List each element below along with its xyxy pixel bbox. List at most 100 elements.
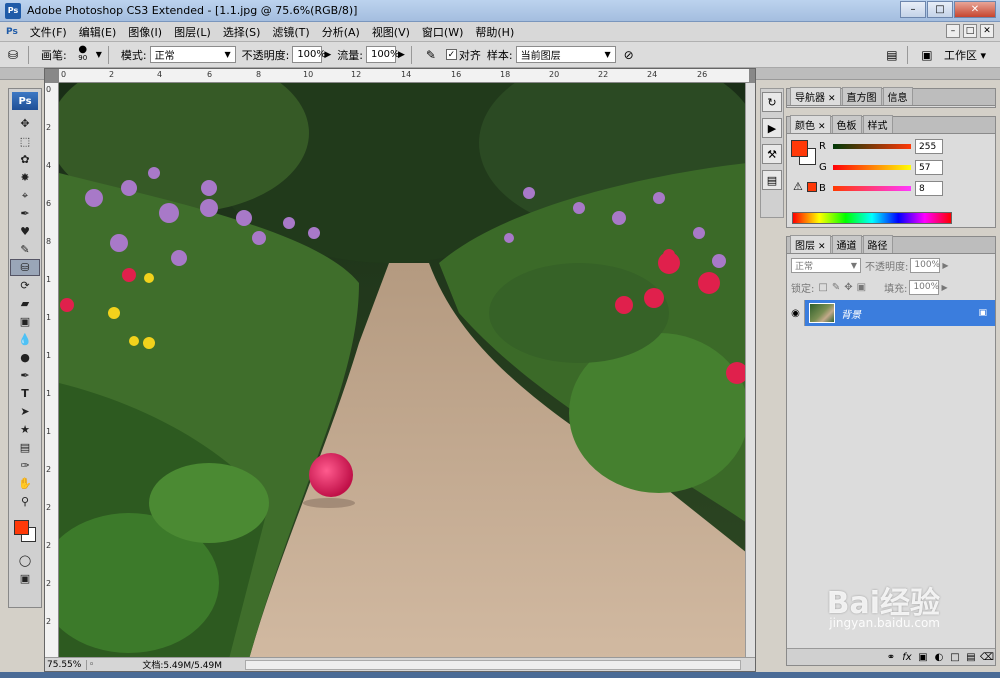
move-tool-icon[interactable]: ✥: [10, 115, 40, 132]
menu-filter[interactable]: 滤镜(T): [266, 24, 315, 40]
r-value-field[interactable]: 255: [915, 139, 943, 154]
foreground-color-swatch[interactable]: [14, 520, 29, 535]
horizontal-ruler[interactable]: 0 2 4 6 8 10 12 14 16 18 20 22 24 26: [59, 69, 749, 83]
image-canvas[interactable]: [59, 83, 747, 659]
mode-select[interactable]: 正常 ▼: [149, 46, 236, 63]
flow-slider-icon[interactable]: ▶: [398, 50, 405, 60]
g-value-field[interactable]: 57: [915, 160, 943, 175]
tab-histogram[interactable]: 直方图: [841, 87, 882, 105]
brush-dropdown-icon[interactable]: ▼: [96, 50, 102, 59]
shape-tool-icon[interactable]: ★: [10, 421, 40, 438]
close-tab-icon[interactable]: ✕: [828, 94, 836, 104]
notes-tool-icon[interactable]: ▤: [10, 439, 40, 456]
actions-panel-icon[interactable]: ▶: [762, 118, 782, 138]
in-gamut-color-swatch[interactable]: [807, 182, 817, 192]
document-size[interactable]: 文档:5.49M/5.49M: [142, 658, 222, 671]
clone-stamp-tool-preset-icon[interactable]: ⛁: [4, 46, 22, 64]
menu-image[interactable]: 图像(I): [122, 24, 168, 40]
menu-window[interactable]: 窗口(W): [416, 24, 469, 40]
blur-tool-icon[interactable]: 💧: [10, 331, 40, 348]
color-spectrum-bar[interactable]: [792, 212, 952, 224]
device-central-icon[interactable]: ▣: [918, 46, 936, 64]
ignore-adjustment-layers-icon[interactable]: ⊘: [620, 46, 638, 64]
color-panel-foreground-swatch[interactable]: [791, 140, 808, 157]
tab-layers[interactable]: 图层 ✕: [790, 235, 831, 253]
palette-well-icon[interactable]: ▤: [883, 46, 901, 64]
adjustment-layer-icon[interactable]: ◐: [931, 652, 947, 663]
lasso-tool-icon[interactable]: ✿: [10, 151, 40, 168]
menu-help[interactable]: 帮助(H): [469, 24, 520, 40]
tab-color[interactable]: 颜色 ✕: [790, 115, 831, 133]
link-layers-icon[interactable]: ⚭: [883, 652, 899, 663]
slice-tool-icon[interactable]: ✒: [10, 205, 40, 222]
menu-analysis[interactable]: 分析(A): [316, 24, 366, 40]
close-tab-icon[interactable]: ✕: [818, 122, 826, 132]
menu-layer[interactable]: 图层(L): [168, 24, 217, 40]
marquee-tool-icon[interactable]: ⬚: [10, 133, 40, 150]
sample-select[interactable]: 当前图层 ▼: [515, 46, 616, 63]
doc-restore-button[interactable]: □: [963, 24, 977, 38]
layer-opacity-arrow-icon[interactable]: ▶: [942, 261, 948, 270]
flow-field[interactable]: 100%: [365, 46, 400, 63]
gamut-warning-icon[interactable]: ⚠: [793, 180, 803, 193]
maximize-button[interactable]: □: [927, 1, 953, 18]
new-layer-icon[interactable]: ▤: [963, 652, 979, 663]
vertical-scrollbar[interactable]: [745, 83, 755, 659]
pen-tool-icon[interactable]: ✒: [10, 367, 40, 384]
eraser-tool-icon[interactable]: ▰: [10, 295, 40, 312]
delete-layer-icon[interactable]: ⌫: [979, 652, 995, 663]
brush-tool-icon[interactable]: ✎: [10, 241, 40, 258]
b-value-field[interactable]: 8: [915, 181, 943, 196]
align-checkbox[interactable]: ✓: [445, 49, 457, 60]
tab-paths[interactable]: 路径: [862, 235, 893, 253]
dodge-tool-icon[interactable]: ●: [10, 349, 40, 366]
g-slider[interactable]: [833, 165, 911, 170]
menu-file[interactable]: 文件(F): [24, 24, 73, 40]
color-swatches[interactable]: [11, 514, 39, 548]
lock-all-icon[interactable]: ▣: [857, 282, 866, 293]
r-slider[interactable]: [833, 144, 911, 149]
horizontal-scrollbar[interactable]: [245, 660, 741, 670]
layer-row[interactable]: ◉ 背景 ▣: [787, 300, 995, 326]
healing-brush-tool-icon[interactable]: ♥: [10, 223, 40, 240]
blend-mode-select[interactable]: 正常 ▼: [791, 257, 861, 273]
menu-select[interactable]: 选择(S): [217, 24, 267, 40]
layer-style-icon[interactable]: fx: [899, 652, 915, 663]
tool-presets-panel-icon[interactable]: ⚒: [762, 144, 782, 164]
hand-tool-icon[interactable]: ✋: [10, 475, 40, 492]
status-info-icon[interactable]: ◦: [89, 660, 94, 670]
doc-minimize-button[interactable]: –: [946, 24, 960, 38]
eyedropper-tool-icon[interactable]: ✑: [10, 457, 40, 474]
airbrush-icon[interactable]: ✎: [422, 46, 440, 64]
quick-mask-icon[interactable]: ◯: [10, 552, 40, 569]
history-brush-tool-icon[interactable]: ⟳: [10, 277, 40, 294]
tab-styles[interactable]: 样式: [862, 115, 893, 133]
layer-opacity-field[interactable]: 100%: [910, 257, 941, 273]
tab-channels[interactable]: 通道: [831, 235, 862, 253]
add-mask-icon[interactable]: ▣: [915, 652, 931, 663]
b-slider[interactable]: [833, 186, 911, 191]
layer-visibility-eye-icon[interactable]: ◉: [787, 300, 805, 326]
workspace-menu[interactable]: 工作区 ▾: [944, 47, 986, 63]
fill-arrow-icon[interactable]: ▶: [941, 283, 947, 292]
minimize-button[interactable]: –: [900, 1, 926, 18]
layer-name[interactable]: 背景: [841, 306, 861, 321]
close-tab-icon[interactable]: ✕: [818, 242, 826, 252]
menu-edit[interactable]: 编辑(E): [73, 24, 123, 40]
lock-position-icon[interactable]: ✥: [844, 282, 852, 293]
ps-menu-icon[interactable]: Ps: [0, 27, 24, 37]
screen-mode-icon[interactable]: ▣: [10, 570, 40, 587]
tab-navigator[interactable]: 导航器 ✕: [790, 87, 841, 105]
opacity-field[interactable]: 100%: [292, 46, 326, 63]
layer-comps-panel-icon[interactable]: ▤: [762, 170, 782, 190]
zoom-tool-icon[interactable]: ⚲: [10, 493, 40, 510]
tab-info[interactable]: 信息: [882, 87, 913, 105]
tab-swatches[interactable]: 色板: [831, 115, 862, 133]
lock-pixels-icon[interactable]: ✎: [832, 282, 840, 293]
type-tool-icon[interactable]: T: [10, 385, 40, 402]
brush-picker[interactable]: ● 90: [70, 44, 96, 65]
vertical-ruler[interactable]: 0 2 4 6 8 1 1 1 1 1 2 2 2 2 2: [45, 83, 59, 659]
close-button[interactable]: ✕: [954, 1, 996, 18]
magic-wand-tool-icon[interactable]: ✸: [10, 169, 40, 186]
gradient-tool-icon[interactable]: ▣: [10, 313, 40, 330]
